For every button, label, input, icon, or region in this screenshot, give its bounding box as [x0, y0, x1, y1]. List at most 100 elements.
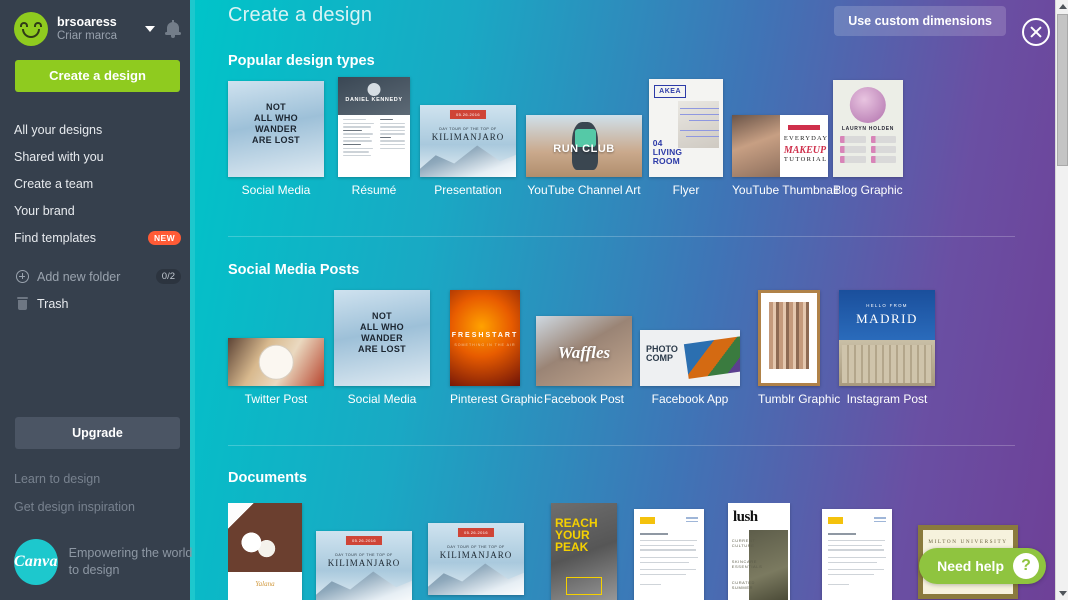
- tile-label: Presentation: [434, 183, 502, 197]
- thumb-tag: 05.26.2016: [449, 110, 487, 120]
- thumb-text: PHOTO COMP: [646, 343, 678, 363]
- user-account-row[interactable]: brsoaress Criar marca: [0, 0, 195, 48]
- tile-label: Blog Graphic: [833, 183, 903, 197]
- folder-counter: 0/2: [155, 269, 181, 284]
- row-popular-design-types: NOT ALL WHO WANDER ARE LOST Social Media DA…: [228, 77, 1055, 197]
- canva-tagline: Empowering the world to design: [68, 546, 193, 577]
- chevron-down-icon[interactable]: [145, 26, 155, 32]
- sidebar-item-label: Shared with you: [14, 149, 104, 164]
- thumb-text: RUN CLUB: [553, 142, 615, 155]
- tile-label: Social Media: [241, 183, 311, 197]
- sidebar-item-your-brand[interactable]: Your brand: [0, 197, 195, 224]
- trash-icon: [14, 297, 30, 310]
- tile-label: Facebook App: [651, 392, 729, 406]
- thumb-subtext: SKINCARE ESSENTIALS: [731, 559, 763, 570]
- need-help-label: Need help: [937, 558, 1004, 574]
- thumb-logo: AKEA: [654, 84, 687, 98]
- thumb-subtext: DAY TOUR OF THE TOP OF: [439, 126, 497, 131]
- avatar[interactable]: [14, 12, 48, 46]
- tile-youtube-channel-art[interactable]: RUN CLUB YouTube Channel Art: [526, 115, 642, 197]
- tile-flyer[interactable]: AKEA 04 LIVING ROOM Flyer: [649, 79, 723, 197]
- sidebar-item-add-new-folder[interactable]: Add new folder 0/2: [0, 263, 195, 290]
- get-design-inspiration-link[interactable]: Get design inspiration: [14, 500, 135, 514]
- section-divider: [228, 445, 1015, 446]
- canva-brand-row: Canva Empowering the world to design: [14, 539, 195, 585]
- sidebar-item-all-your-designs[interactable]: All your designs: [0, 116, 195, 143]
- row-social-media-posts: Twitter Post NOT ALL WHO WANDER ARE LOST So…: [228, 290, 1055, 406]
- thumb-text: KILIMANJARO: [431, 131, 505, 142]
- close-icon[interactable]: [1022, 18, 1050, 46]
- sidebar-item-find-templates[interactable]: Find templates NEW: [0, 224, 195, 251]
- tile-pinterest-graphic[interactable]: FRESHSTART SOMETHING IN THE AIR Pinteres…: [450, 290, 543, 406]
- section-title-popular: Popular design types: [228, 53, 375, 69]
- thumb-subtext: CURRENT CULTURE: [731, 538, 756, 549]
- sidebar-item-label: Create a team: [14, 176, 94, 191]
- user-text: brsoaress Criar marca: [57, 15, 145, 43]
- tile-facebook-app[interactable]: PHOTO COMP Facebook App: [640, 330, 740, 406]
- thumb-text: lush: [732, 509, 758, 526]
- sidebar-item-shared-with-you[interactable]: Shared with you: [0, 143, 195, 170]
- tile-youtube-thumbnail[interactable]: EVERYDAY MAKEUP TUTORIAL YouTube Thumbna…: [732, 115, 838, 197]
- main-panel: Create a design Use custom dimensions Po…: [195, 0, 1068, 600]
- tile-facebook-post[interactable]: Waffles Facebook Post: [536, 316, 632, 406]
- canva-logo: Canva: [14, 539, 58, 585]
- sidebar-item-trash[interactable]: Trash: [0, 290, 195, 317]
- vertical-scrollbar[interactable]: [1055, 0, 1068, 600]
- thumb-text: KILIMANJARO: [327, 557, 401, 568]
- thumb-text: REACH YOUR PEAK: [554, 516, 598, 554]
- sidebar-nav: All your designs Shared with you Create …: [0, 116, 195, 317]
- tile-document-kilimanjaro-1[interactable]: 05.26.2016 DAY TOUR OF THE TOP OF KILIMA…: [316, 531, 412, 600]
- tile-twitter-post[interactable]: Twitter Post: [228, 338, 324, 406]
- need-help-button[interactable]: Need help ?: [919, 548, 1046, 584]
- thumb-subtext: SOMETHING IN THE AIR: [454, 342, 516, 347]
- tile-document-letterhead-2[interactable]: [822, 509, 892, 600]
- section-divider: [228, 236, 1015, 237]
- tile-presentation[interactable]: 05.26.2016 DAY TOUR OF THE TOP OF KILIMA…: [420, 105, 516, 197]
- thumb-subtext: HELLO FROM: [866, 303, 908, 309]
- tile-document-letterhead-1[interactable]: [634, 509, 704, 600]
- plus-circle-icon: [14, 270, 30, 283]
- thumb-text: TUTORIAL: [783, 155, 828, 163]
- tile-social-media-post[interactable]: NOT ALL WHO WANDER ARE LOST Social Media: [334, 290, 430, 406]
- thumb-subtext: DAY TOUR OF THE TOP OF: [335, 552, 393, 557]
- tile-label: Résumé: [351, 183, 397, 197]
- upgrade-button[interactable]: Upgrade: [15, 417, 180, 449]
- tile-label: YouTube Channel Art: [527, 183, 641, 197]
- notification-bell-icon[interactable]: [165, 19, 181, 39]
- section-title-social: Social Media Posts: [228, 262, 360, 278]
- tile-tumblr-graphic[interactable]: Tumblr Graphic: [758, 290, 840, 406]
- thumb-text: LAURYN HOLDEN: [841, 125, 895, 132]
- thumb-tag: 05.26.2016: [457, 528, 495, 538]
- tile-document-yalana[interactable]: Yalana: [228, 503, 302, 600]
- thumb-text: EVERYDAY: [783, 135, 828, 143]
- tile-label: Social Media: [347, 392, 417, 406]
- thumb-tag: 05.26.2016: [345, 536, 383, 546]
- create-a-design-button[interactable]: Create a design: [15, 60, 180, 92]
- thumb-text: Yalana: [255, 580, 275, 589]
- page-title: Create a design: [228, 4, 373, 26]
- tile-resume[interactable]: DANIEL KENNEDY Résumé: [338, 77, 410, 197]
- tile-blog-graphic[interactable]: LAURYN HOLDEN Blog Graphic: [833, 80, 903, 197]
- tile-document-kilimanjaro-2[interactable]: 05.26.2016 DAY TOUR OF THE TOP OF KILIMA…: [428, 523, 524, 595]
- scrollbar-thumb[interactable]: [1057, 14, 1068, 166]
- new-badge: NEW: [147, 230, 181, 245]
- canva-create-design-screen: brsoaress Criar marca Create a design Al…: [0, 0, 1068, 600]
- thumb-text: MILTON UNIVERSITY: [928, 538, 1008, 545]
- learn-to-design-link[interactable]: Learn to design: [14, 472, 100, 486]
- tile-label: Instagram Post: [846, 392, 928, 406]
- sidebar-item-label: Your brand: [14, 203, 75, 218]
- sidebar-item-label: Find templates: [14, 230, 96, 245]
- scroll-down-arrow[interactable]: [1056, 587, 1068, 600]
- thumb-text: MAKEUP: [783, 144, 827, 156]
- tile-instagram-post[interactable]: HELLO FROM MADRID Instagram Post: [839, 290, 935, 406]
- design-type-sections: Popular design types NOT ALL WHO WANDER ARE…: [195, 48, 1055, 600]
- tile-social-media[interactable]: NOT ALL WHO WANDER ARE LOST Social Media: [228, 81, 324, 197]
- tile-label: Facebook Post: [543, 392, 625, 406]
- tile-document-reach-your-peak[interactable]: REACH YOUR PEAK: [551, 503, 617, 600]
- scroll-up-arrow[interactable]: [1056, 0, 1068, 13]
- section-title-documents: Documents: [228, 470, 307, 486]
- tile-document-lush[interactable]: lush CURRENT CULTURE SKINCARE ESSENTIALS C…: [728, 503, 790, 600]
- sidebar-item-create-a-team[interactable]: Create a team: [0, 170, 195, 197]
- use-custom-dimensions-button[interactable]: Use custom dimensions: [834, 6, 1006, 36]
- thumb-text: MADRID: [856, 311, 918, 327]
